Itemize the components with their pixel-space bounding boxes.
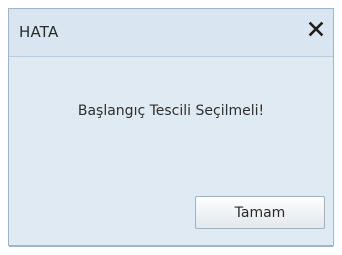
ok-button[interactable]: Tamam [195, 196, 325, 229]
dialog-body: Başlangıç Tescili Seçilmeli! Tamam [9, 57, 333, 247]
dialog-titlebar: HATA [9, 9, 333, 57]
dialog-title: HATA [19, 23, 59, 41]
dialog-bottom-border [9, 245, 333, 247]
close-button[interactable] [305, 18, 327, 40]
error-dialog: HATA Başlangıç Tescili Seçilmeli! Tamam [8, 8, 334, 247]
error-message: Başlangıç Tescili Seçilmeli! [77, 103, 265, 119]
close-icon [308, 21, 324, 37]
